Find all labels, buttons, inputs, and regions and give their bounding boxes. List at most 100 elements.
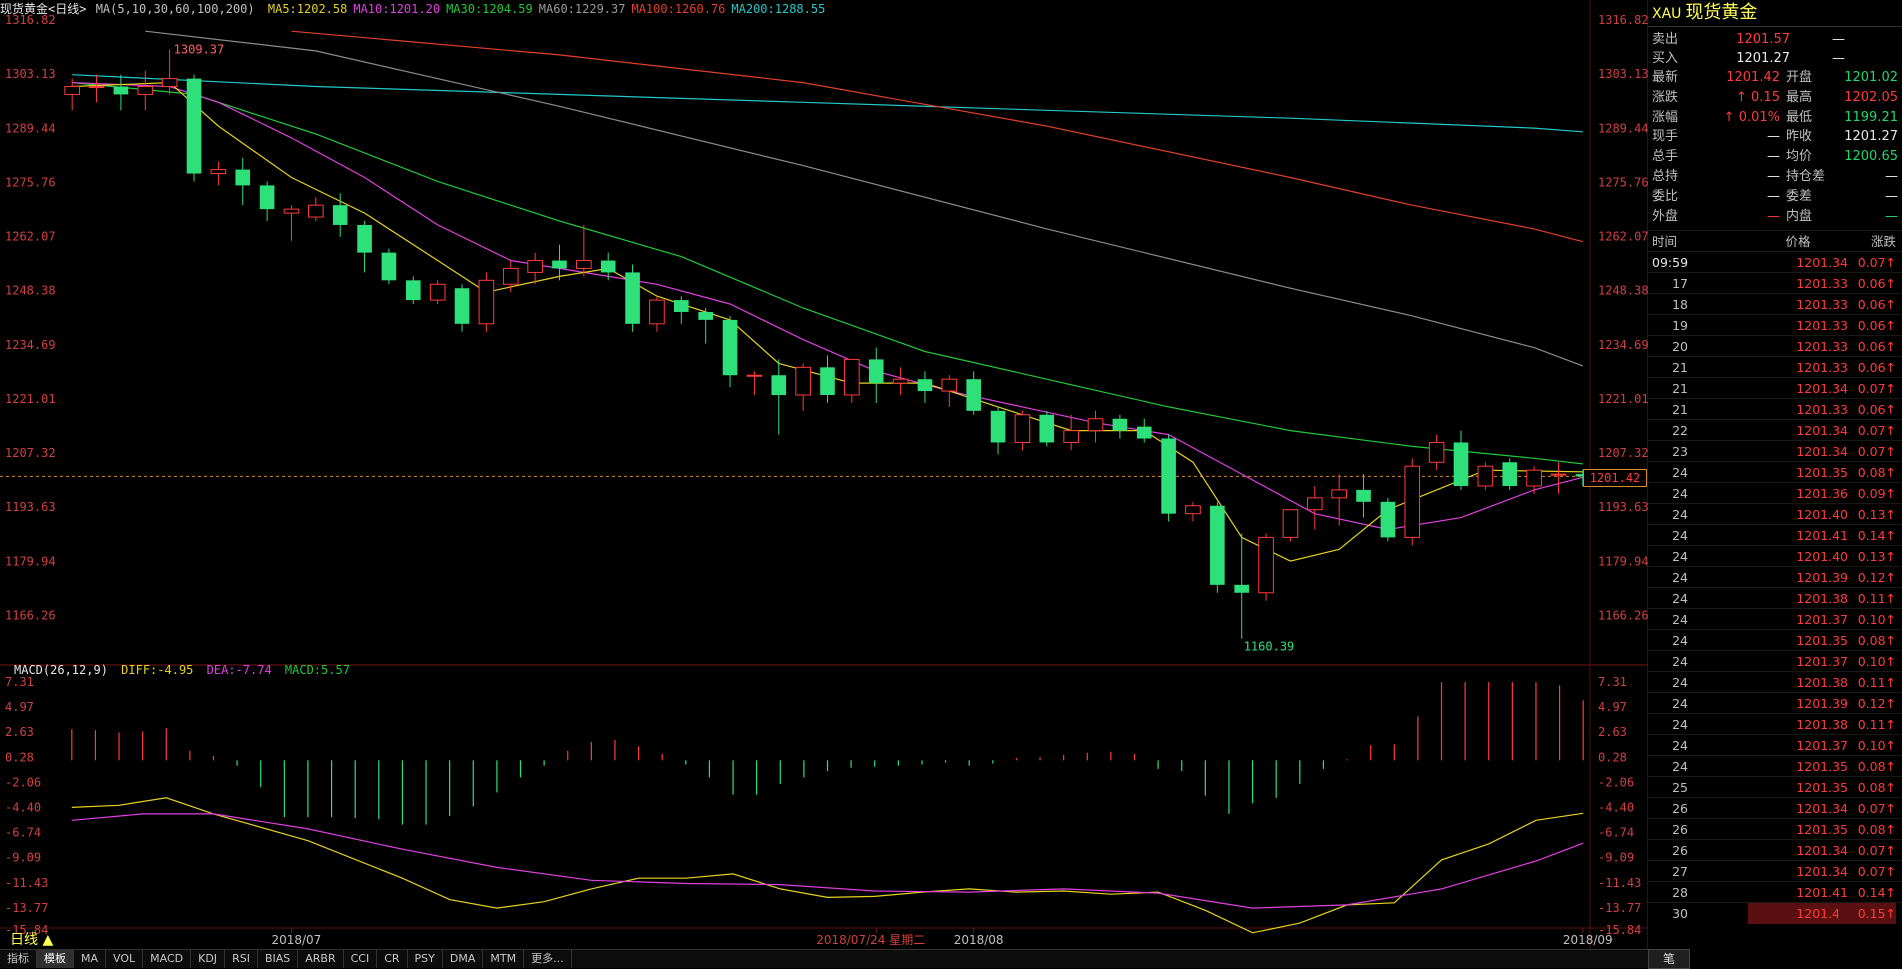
tick-row[interactable]: 30 1201.42 0.15↑	[1648, 902, 1902, 924]
quote-label: 总持	[1652, 169, 1679, 184]
tick-time: 24	[1672, 465, 1688, 480]
tick-time: 24	[1672, 759, 1688, 774]
tick-time: 27	[1672, 864, 1688, 879]
indicator-tab-7[interactable]: BIAS	[258, 950, 299, 968]
tick-time: 09:59	[1652, 255, 1689, 270]
tick-row[interactable]: 24 1201.39 0.12↑	[1648, 566, 1902, 588]
candle-body	[405, 280, 421, 301]
period-selector[interactable]: 日线 ▲	[10, 929, 53, 949]
tick-time: 24	[1672, 507, 1688, 522]
tick-row[interactable]: 25 1201.35 0.08↑	[1648, 776, 1902, 798]
tick-mode-button[interactable]: 笔	[1648, 949, 1690, 969]
tick-row[interactable]: 20 1201.33 0.06↑	[1648, 335, 1902, 357]
tick-row[interactable]: 19 1201.33 0.06↑	[1648, 314, 1902, 336]
indicator-tab-10[interactable]: CR	[377, 950, 408, 968]
candle	[1234, 533, 1250, 639]
candle-body	[210, 169, 227, 175]
macd-value: MACD:5.57	[284, 663, 350, 677]
indicator-tab-5[interactable]: KDJ	[191, 950, 226, 968]
tick-row[interactable]: 09:59 1201.34 0.07↑	[1648, 251, 1902, 273]
macd-axis-right-label: -9.09	[1598, 851, 1634, 865]
candle	[1161, 434, 1176, 522]
indicator-tab-0[interactable]: 指标	[0, 950, 37, 968]
price-axis-right-label: 1248.38	[1598, 284, 1648, 298]
macd-axis-left-label: -11.43	[5, 876, 48, 890]
candle-body	[1210, 505, 1225, 585]
quote-value: —	[1767, 188, 1780, 204]
tick-row[interactable]: 17 1201.33 0.06↑	[1648, 272, 1902, 294]
indicator-tab-9[interactable]: CCI	[344, 950, 378, 968]
candle	[454, 284, 470, 332]
quote-pair-row-7: 外盘 — 内盘 —	[1652, 207, 1898, 227]
tick-row[interactable]: 24 1201.35 0.08↑	[1648, 755, 1902, 777]
tick-row[interactable]: 23 1201.34 0.07↑	[1648, 440, 1902, 462]
indicator-tab-4[interactable]: MACD	[143, 950, 192, 968]
macd-axis-left-label: 2.63	[5, 725, 34, 739]
tick-row[interactable]: 22 1201.34 0.07↑	[1648, 419, 1902, 441]
tick-row[interactable]: 27 1201.34 0.07↑	[1648, 860, 1902, 882]
tick-row[interactable]: 21 1201.33 0.06↑	[1648, 398, 1902, 420]
tick-row[interactable]: 26 1201.34 0.07↑	[1648, 839, 1902, 861]
candle-body	[698, 311, 713, 320]
tick-change: 0.07↑	[1857, 423, 1896, 438]
candle	[1282, 509, 1299, 542]
candle-body	[917, 379, 933, 392]
tick-change: 0.09↑	[1857, 486, 1896, 501]
candle-body	[1014, 414, 1031, 443]
quote-value: 1201.27	[1844, 129, 1898, 145]
indicator-tab-11[interactable]: PSY	[408, 950, 443, 968]
indicator-tab-2[interactable]: MA	[74, 950, 107, 968]
indicator-tab-1[interactable]: 模板	[37, 950, 74, 968]
indicator-tab-14[interactable]: 更多...	[524, 950, 572, 968]
tick-change: 0.06↑	[1857, 360, 1896, 375]
tick-price: 1201.33	[1796, 297, 1848, 312]
tick-row[interactable]: 24 1201.37 0.10↑	[1648, 650, 1902, 672]
tick-row[interactable]: 21 1201.34 0.07↑	[1648, 377, 1902, 399]
tick-row[interactable]: 24 1201.40 0.13↑	[1648, 503, 1902, 525]
tick-row[interactable]: 24 1201.40 0.13↑	[1648, 545, 1902, 567]
tick-row[interactable]: 24 1201.38 0.11↑	[1648, 587, 1902, 609]
tick-change: 0.06↑	[1857, 318, 1896, 333]
quote-pair-row-5: 总持 — 持仓差 —	[1652, 167, 1898, 187]
tick-row[interactable]: 24 1201.38 0.11↑	[1648, 713, 1902, 735]
quote-value: —	[1767, 129, 1780, 145]
tick-row[interactable]: 24 1201.35 0.08↑	[1648, 461, 1902, 483]
tick-row[interactable]: 24 1201.41 0.14↑	[1648, 524, 1902, 546]
indicator-tab-12[interactable]: DMA	[443, 950, 484, 968]
tick-price: 1201.34	[1796, 255, 1848, 270]
macd-axis-left-label: -4.40	[5, 800, 41, 814]
tick-row[interactable]: 24 1201.37 0.10↑	[1648, 734, 1902, 756]
candle-body	[625, 272, 640, 324]
tick-row[interactable]: 21 1201.33 0.06↑	[1648, 356, 1902, 378]
tick-row[interactable]: 24 1201.39 0.12↑	[1648, 692, 1902, 714]
quote-value: 1201.57	[1736, 32, 1790, 47]
indicator-tab-8[interactable]: ARBR	[298, 950, 344, 968]
current-price-tag: 1201.42	[1583, 469, 1647, 487]
candle-body	[746, 374, 763, 377]
tick-row[interactable]: 18 1201.33 0.06↑	[1648, 293, 1902, 315]
macd-diff-line	[71, 797, 1584, 934]
candle	[868, 347, 884, 403]
tick-row[interactable]: 24 1201.37 0.10↑	[1648, 608, 1902, 630]
ma-label: MA(5,10,30,60,100,200)	[95, 2, 255, 16]
tick-row[interactable]: 24 1201.36 0.09↑	[1648, 482, 1902, 504]
tick-row[interactable]: 26 1201.34 0.07↑	[1648, 797, 1902, 819]
quote-pair-row-3: 现手 — 昨收 1201.27	[1652, 127, 1898, 147]
ma-value-4: MA100:1260.76	[631, 2, 726, 16]
tick-price: 1201.33	[1796, 402, 1848, 417]
candle-body	[844, 358, 860, 396]
price-axis-right-label: 1207.32	[1598, 446, 1648, 460]
price-axis-right-label: 1234.69	[1598, 338, 1648, 352]
tick-change: 0.06↑	[1857, 339, 1896, 354]
indicator-tab-6[interactable]: RSI	[225, 950, 258, 968]
indicator-tab-3[interactable]: VOL	[106, 950, 144, 968]
tick-row[interactable]: 24 1201.35 0.08↑	[1648, 629, 1902, 651]
candle-body	[283, 208, 300, 214]
ma-value-0: MA5:1202.58	[267, 2, 348, 16]
tick-row[interactable]: 28 1201.41 0.14↑	[1648, 881, 1902, 903]
kline-chart[interactable]: 1316.82 1316.821303.13 1303.131289.44 1289.…	[0, 0, 1648, 949]
tick-row[interactable]: 24 1201.38 0.11↑	[1648, 671, 1902, 693]
candle	[892, 367, 909, 396]
tick-row[interactable]: 26 1201.35 0.08↑	[1648, 818, 1902, 840]
indicator-tab-13[interactable]: MTM	[483, 950, 525, 968]
